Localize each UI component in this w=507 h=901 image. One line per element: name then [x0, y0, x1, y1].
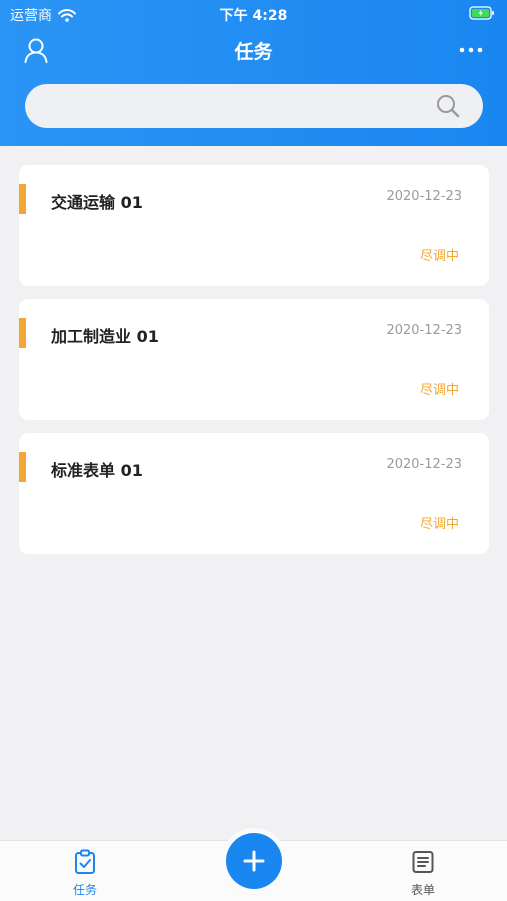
tab-tasks-label: 任务	[72, 883, 97, 897]
task-date: 2020-12-23	[386, 323, 462, 338]
search-input[interactable]	[45, 84, 439, 130]
task-status: 尽调中	[419, 249, 459, 264]
task-accent-bar	[19, 452, 26, 482]
tab-forms[interactable]: 表单	[383, 849, 463, 898]
document-list-icon	[410, 849, 436, 875]
add-task-button[interactable]	[226, 833, 282, 889]
task-date: 2020-12-23	[386, 189, 462, 204]
tab-forms-label: 表单	[410, 883, 435, 897]
search-bar	[25, 84, 483, 130]
task-name: 加工制造业 01	[51, 327, 159, 346]
task-list: 交通运输 01 2020-12-23 尽调中 加工制造业 01 2020-12-…	[19, 165, 489, 567]
plus-icon	[243, 850, 265, 872]
task-card[interactable]: 交通运输 01 2020-12-23 尽调中	[19, 165, 489, 286]
status-time: 下午 4:28	[219, 8, 288, 24]
status-bar: 运营商 下午 4:28	[0, 0, 507, 26]
task-accent-bar	[19, 318, 26, 348]
task-date: 2020-12-23	[386, 457, 462, 472]
tab-tasks[interactable]: 任务	[45, 849, 125, 898]
task-status: 尽调中	[419, 383, 459, 398]
clipboard-check-icon	[72, 849, 98, 875]
task-card[interactable]: 标准表单 01 2020-12-23 尽调中	[19, 433, 489, 554]
page-title: 任务	[234, 41, 273, 63]
header: 运营商 下午 4:28 任务	[0, 0, 507, 146]
task-name: 交通运输 01	[51, 193, 143, 212]
task-name: 标准表单 01	[51, 461, 143, 480]
task-card[interactable]: 加工制造业 01 2020-12-23 尽调中	[19, 299, 489, 420]
more-icon[interactable]	[457, 40, 485, 60]
search-icon[interactable]	[435, 93, 461, 119]
task-accent-bar	[19, 184, 26, 214]
battery-icon	[469, 6, 495, 20]
nav-bar: 任务	[0, 30, 507, 70]
task-status: 尽调中	[419, 517, 459, 532]
